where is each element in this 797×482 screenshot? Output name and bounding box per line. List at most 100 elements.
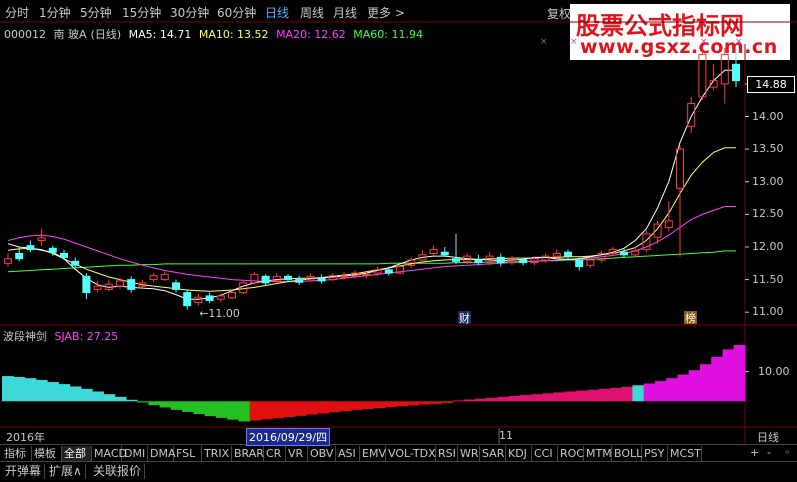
candle	[418, 250, 427, 263]
indicator-bar	[632, 385, 645, 402]
date-axis-period[interactable]: 日线	[757, 429, 779, 445]
indicator-title: 波段神剑 SJAB: 27.25	[3, 328, 118, 344]
indicator-bar	[441, 401, 453, 404]
indicator-tab-cr[interactable]: CR	[264, 446, 286, 461]
indicator-value: SJAB: 27.25	[54, 330, 119, 343]
indicator-bar	[396, 401, 408, 407]
indicator-tab-obv[interactable]: OBV	[308, 446, 336, 461]
indicator-bar	[553, 392, 566, 402]
indicator-bar	[182, 401, 194, 412]
indicator-bar	[328, 401, 341, 413]
indicator-tab-rsi[interactable]: RSI	[436, 446, 458, 461]
price-axis-label: 11.50	[752, 272, 784, 286]
indicator-bar	[283, 401, 296, 417]
indicator-tab-vr[interactable]: VR	[286, 446, 308, 461]
indicator-tab-[interactable]: 模板	[32, 446, 62, 461]
indicator-bar	[137, 401, 149, 403]
indicator-tab-[interactable]: 全部	[62, 446, 92, 461]
indicator-tab-emv[interactable]: EMV	[360, 446, 386, 461]
candle	[642, 230, 651, 253]
date-axis-year: 2016年	[6, 431, 45, 444]
indicator-bar	[621, 386, 634, 402]
indicator-bar	[598, 388, 611, 402]
indicator-bar	[576, 390, 588, 402]
indicator-tab-mtm[interactable]: MTM	[584, 446, 612, 461]
zoom-in-button[interactable]: +	[750, 446, 759, 459]
signal-mark: ×	[540, 37, 548, 47]
indicator-bar	[238, 401, 251, 422]
indicator-bar	[339, 401, 352, 412]
candle	[250, 271, 259, 285]
indicator-tab-sar[interactable]: SAR	[480, 446, 506, 461]
candle	[496, 253, 505, 267]
indicator-bar	[159, 401, 172, 408]
candle	[82, 273, 91, 300]
rank-badge[interactable]: 榜	[684, 311, 697, 325]
indicator-tab-dmi[interactable]: DMI	[122, 446, 148, 461]
ma5-line	[7, 69, 736, 300]
indicator-bar	[260, 401, 273, 420]
indicator-bar	[407, 401, 420, 406]
candle	[508, 256, 516, 266]
indicator-bar	[13, 376, 26, 402]
indicator-bar	[204, 401, 217, 417]
indicator-bar	[711, 356, 724, 402]
indicator-axis-label: 10.00	[758, 364, 790, 378]
indicator-bar	[542, 393, 555, 402]
indicator-bar	[486, 397, 498, 402]
indicator-tab-trix[interactable]: TRIX	[202, 446, 232, 461]
indicator-bar	[2, 376, 14, 402]
indicator-bar	[418, 401, 431, 405]
price-axis-label: 11.00	[752, 305, 784, 319]
indicator-tabs: 指标 模板 全部 MACD DMI DMA FSL TRIX BRAR CR VR OBV ASI EMV…	[0, 444, 797, 462]
indicator-bar	[227, 401, 240, 420]
indicator-bar	[587, 389, 600, 402]
indicator-bar	[294, 401, 307, 416]
candle	[440, 246, 449, 257]
indicator-tab-mcst[interactable]: MCST	[668, 446, 702, 461]
indicator-bar	[80, 388, 93, 402]
indicator-bar	[103, 394, 116, 402]
candle	[474, 254, 483, 266]
indicator-bar	[24, 378, 37, 402]
signal-mark: ×	[570, 37, 578, 47]
candle	[687, 96, 696, 133]
indicator-bar	[531, 394, 543, 402]
indicator-tab-[interactable]: 指标	[2, 446, 32, 461]
finance-badge[interactable]: 财	[458, 311, 471, 325]
indicator-tab-fsl[interactable]: FSL	[174, 446, 202, 461]
kline-chart[interactable]: ←11.00 财 榜 × × × ×	[0, 0, 797, 481]
indicator-tab-roc[interactable]: ROC	[558, 446, 584, 461]
indicator-name: 波段神剑	[3, 330, 47, 343]
indicator-tab-dma[interactable]: DMA	[148, 446, 176, 461]
indicator-bar	[463, 399, 476, 402]
price-axis-label: 13.00	[752, 174, 784, 188]
related-quote-button[interactable]: 关联报价	[90, 464, 146, 479]
candle	[160, 271, 169, 281]
indicator-bar	[272, 401, 285, 419]
indicator-bar	[58, 384, 71, 402]
indicator-tab-boll[interactable]: BOLL	[612, 446, 642, 461]
indicator-bar	[373, 401, 386, 409]
indicator-tab-kdj[interactable]: KDJ	[506, 446, 532, 461]
indicator-bar	[35, 379, 48, 402]
extend-button[interactable]: 扩展∧	[46, 464, 86, 479]
indicator-tab-asi[interactable]: ASI	[336, 446, 360, 461]
indicator-tab-brar[interactable]: BRAR	[232, 446, 264, 461]
indicator-tab-macd[interactable]: MACD	[92, 446, 127, 461]
indicator-tab-cci[interactable]: CCI	[532, 446, 558, 461]
indicator-bar	[69, 386, 82, 402]
candle	[452, 233, 460, 264]
indicator-bar	[474, 398, 487, 402]
candle	[272, 273, 281, 283]
indicator-bar	[497, 396, 510, 402]
indicator-tab-voltdx[interactable]: VOL-TDX	[386, 446, 436, 461]
danmaku-button[interactable]: 开弹幕	[2, 464, 46, 479]
zoom-out-button[interactable]: -	[767, 446, 771, 459]
reset-button[interactable]: ◦	[784, 446, 791, 459]
candle	[183, 289, 192, 310]
candle	[127, 276, 136, 293]
indicator-tab-wr[interactable]: WR	[458, 446, 480, 461]
candle	[26, 240, 35, 253]
indicator-tab-psy[interactable]: PSY	[642, 446, 668, 461]
